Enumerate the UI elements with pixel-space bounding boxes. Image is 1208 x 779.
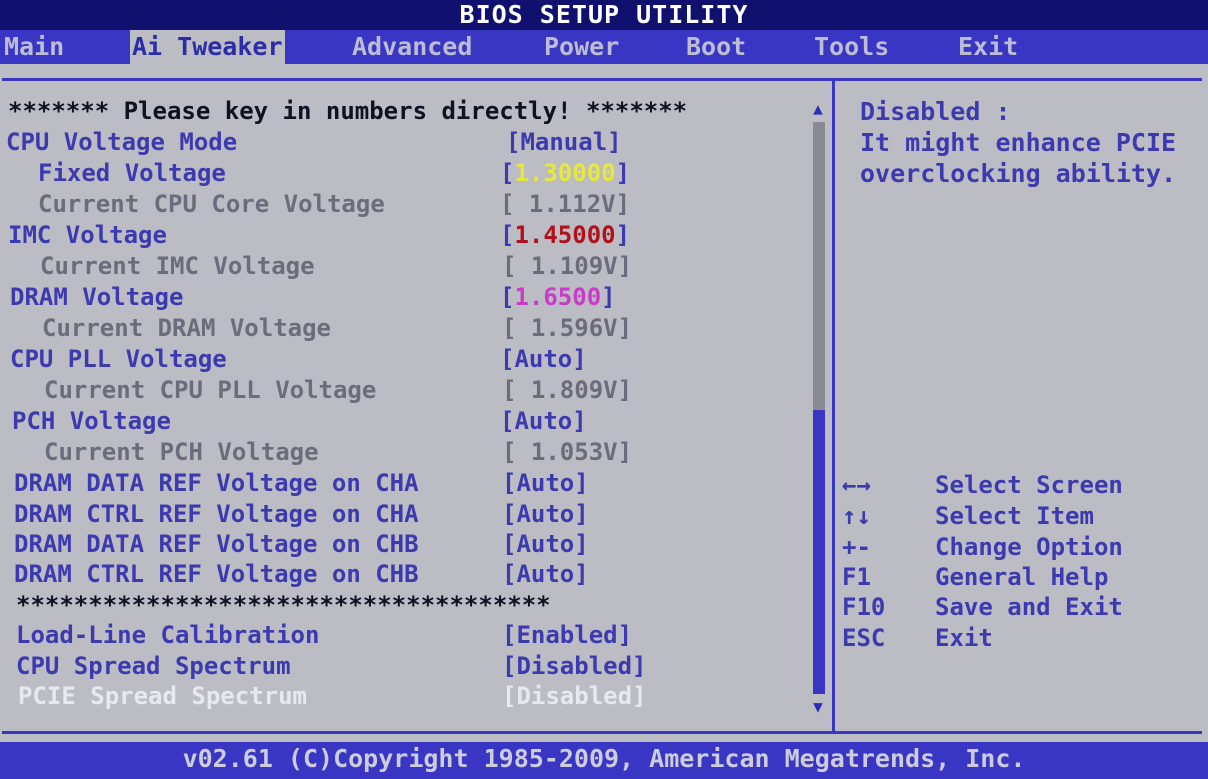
setting-pcie-spread-spectrum[interactable]: PCIE Spread Spectrum [Disabled] [18, 681, 647, 712]
value-bracket: ] [601, 283, 616, 311]
notice-text: ******* Please key in numbers directly! … [8, 97, 688, 125]
window-title: BIOS SETUP UTILITY [459, 0, 749, 29]
setting-cpu-pll-voltage[interactable]: CPU PLL Voltage [Auto] [10, 344, 587, 375]
readout-current-imc-voltage: Current IMC Voltage [ 1.109V] [40, 251, 632, 282]
setting-label: Fixed Voltage [38, 159, 226, 187]
setting-value: [Auto] [500, 407, 587, 435]
tab-boot[interactable]: Boot [684, 30, 748, 64]
setting-label: DRAM DATA REF Voltage on CHA [14, 469, 419, 497]
f10-key: F10 [842, 593, 886, 621]
value-bracket: [ [500, 159, 515, 187]
setting-label: Current CPU PLL Voltage [44, 376, 377, 404]
setting-value: [Auto] [502, 560, 589, 588]
setting-label: DRAM Voltage [10, 283, 184, 311]
menu-bar: Main Ai Tweaker Advanced Power Boot Tool… [0, 30, 1208, 64]
separator-line: ************************************* [16, 591, 551, 619]
value-number[interactable]: 1.6500 [514, 283, 601, 311]
help-text-line: It might enhance PCIE [860, 128, 1177, 157]
setting-label: PCIE Spread Spectrum [18, 682, 307, 710]
f1-key: F1 [842, 563, 871, 591]
setting-cpu-voltage-mode[interactable]: CPU Voltage Mode [Manual] [6, 127, 622, 158]
key-description: Select Screen [935, 471, 1123, 499]
setting-label: DRAM DATA REF Voltage on CHB [14, 530, 419, 558]
setting-value: [1.30000] [500, 158, 630, 189]
setting-dram-voltage[interactable]: DRAM Voltage [1.6500] [10, 282, 616, 313]
setting-pch-voltage[interactable]: PCH Voltage [Auto] [12, 406, 587, 437]
setting-label: CPU Voltage Mode [6, 128, 238, 156]
setting-value: [Auto] [502, 500, 589, 528]
value-bracket: [ [500, 221, 515, 249]
setting-dram-data-ref-chb[interactable]: DRAM DATA REF Voltage on CHB [Auto] [14, 529, 589, 560]
value-bracket: ] [615, 221, 631, 249]
setting-label: Current IMC Voltage [40, 252, 315, 280]
scroll-up-icon[interactable]: ▲ [810, 100, 826, 118]
scrollbar[interactable]: ▲ ▼ [810, 100, 826, 716]
help-text-line: overclocking ability. [860, 159, 1177, 188]
title-bar: BIOS SETUP UTILITY [0, 0, 1208, 30]
key-description: Save and Exit [935, 593, 1123, 621]
setting-dram-ctrl-ref-chb[interactable]: DRAM CTRL REF Voltage on CHB [Auto] [14, 559, 589, 590]
main-panel: ******* Please key in numbers directly! … [0, 64, 1208, 742]
value-bracket: [ [500, 283, 515, 311]
setting-label: IMC Voltage [8, 221, 167, 249]
tab-power[interactable]: Power [542, 30, 621, 64]
setting-label: PCH Voltage [12, 407, 171, 435]
setting-value: [Auto] [502, 469, 589, 497]
setting-value: [1.45000] [500, 220, 630, 251]
scroll-down-icon[interactable]: ▼ [810, 698, 826, 716]
setting-label: DRAM CTRL REF Voltage on CHB [14, 560, 419, 588]
setting-imc-voltage[interactable]: IMC Voltage [1.45000] [8, 220, 630, 251]
setting-label: Current DRAM Voltage [42, 314, 331, 342]
plus-minus-key: +- [842, 533, 871, 561]
value-number[interactable]: 1.45000 [514, 221, 615, 249]
tab-tools[interactable]: Tools [812, 30, 891, 64]
setting-label: Current PCH Voltage [44, 438, 319, 466]
setting-value: [ 1.053V] [502, 438, 633, 466]
setting-value: [Disabled] [502, 652, 647, 680]
scroll-thumb[interactable] [813, 410, 825, 694]
help-title: Disabled : [860, 97, 1011, 126]
setting-cpu-spread-spectrum[interactable]: CPU Spread Spectrum [Disabled] [16, 651, 647, 682]
setting-value: [ 1.596V] [502, 314, 633, 342]
arrows-vertical-icon: ↑↓ [842, 502, 871, 530]
key-description: Select Item [935, 502, 1094, 530]
setting-dram-ctrl-ref-cha[interactable]: DRAM CTRL REF Voltage on CHA [Auto] [14, 499, 589, 530]
tab-ai-tweaker[interactable]: Ai Tweaker [130, 30, 285, 64]
copyright-text: v02.61 (C)Copyright 1985-2009, American … [182, 744, 1026, 773]
esc-key: ESC [842, 624, 886, 652]
setting-value: [1.6500] [500, 282, 616, 313]
tab-advanced[interactable]: Advanced [350, 30, 474, 64]
value-number[interactable]: 1.30000 [514, 159, 615, 187]
setting-fixed-voltage[interactable]: Fixed Voltage [1.30000] [38, 158, 630, 189]
setting-value: [ 1.809V] [502, 376, 633, 404]
setting-value: [ 1.109V] [502, 252, 633, 280]
key-description: General Help [935, 563, 1109, 591]
key-description: Change Option [935, 533, 1123, 561]
arrows-horizontal-icon: ←→ [842, 471, 871, 499]
tab-main[interactable]: Main [2, 30, 66, 64]
setting-label: Current CPU Core Voltage [38, 190, 385, 218]
setting-value: [ 1.112V] [500, 190, 631, 218]
readout-current-cpu-pll-voltage: Current CPU PLL Voltage [ 1.809V] [44, 375, 632, 406]
setting-value: [Manual] [506, 128, 622, 156]
setting-label: DRAM CTRL REF Voltage on CHA [14, 500, 419, 528]
footer: v02.61 (C)Copyright 1985-2009, American … [0, 742, 1208, 779]
setting-label: Load-Line Calibration [16, 621, 320, 649]
readout-current-cpu-core-voltage: Current CPU Core Voltage [ 1.112V] [38, 189, 630, 220]
setting-value: [Enabled] [502, 621, 633, 649]
setting-value: [Disabled] [502, 682, 647, 710]
setting-value: [Auto] [502, 530, 589, 558]
setting-dram-data-ref-cha[interactable]: DRAM DATA REF Voltage on CHA [Auto] [14, 468, 589, 499]
setting-label: CPU Spread Spectrum [16, 652, 291, 680]
panel-divider [832, 78, 835, 734]
value-bracket: ] [615, 159, 631, 187]
readout-current-pch-voltage: Current PCH Voltage [ 1.053V] [44, 437, 632, 468]
tab-exit[interactable]: Exit [956, 30, 1020, 64]
setting-value: [Auto] [500, 345, 587, 373]
readout-current-dram-voltage: Current DRAM Voltage [ 1.596V] [42, 313, 632, 344]
key-description: Exit [935, 624, 993, 652]
setting-load-line-calibration[interactable]: Load-Line Calibration [Enabled] [16, 620, 632, 651]
setting-label: CPU PLL Voltage [10, 345, 227, 373]
